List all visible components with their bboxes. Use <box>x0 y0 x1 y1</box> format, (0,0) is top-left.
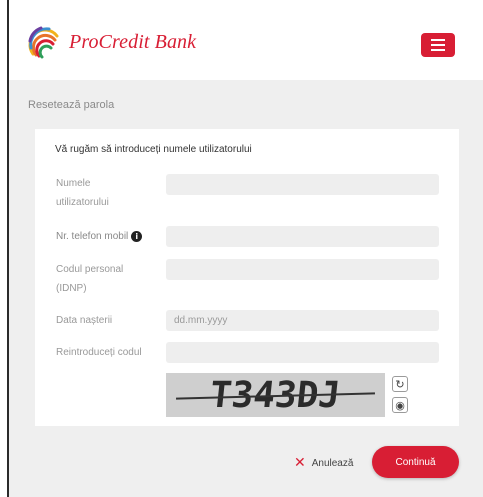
birth-date-label: Data nașterii <box>56 315 113 326</box>
info-icon[interactable]: i <box>131 231 143 242</box>
cancel-label: Anulează <box>311 457 354 469</box>
personal-code-input[interactable] <box>166 259 439 280</box>
refresh-icon[interactable]: ↻ <box>392 376 408 392</box>
cancel-button[interactable]: ✕ Anulează <box>294 454 353 472</box>
phone-input[interactable] <box>166 226 439 247</box>
phone-label: Nr. telefon mobil i <box>56 227 143 246</box>
captcha-image: T343DJ <box>166 373 385 417</box>
audio-icon[interactable]: ◉ <box>392 397 408 413</box>
username-input[interactable] <box>166 174 439 195</box>
hamburger-menu-icon[interactable] <box>421 33 455 57</box>
personal-code-label: Codul personal (IDNP) <box>56 260 123 298</box>
page-title: Resetează parola <box>28 99 115 111</box>
continue-button[interactable]: Continuă <box>372 446 459 478</box>
personal-code-label-line2: (IDNP) <box>56 283 87 294</box>
birth-date-input[interactable] <box>166 310 439 331</box>
brand-name: ProCredit Bank <box>69 30 197 53</box>
personal-code-label-line1: Codul personal <box>56 264 124 275</box>
app-header: ProCredit Bank <box>9 0 483 80</box>
captcha-input-label: Reintroduceți codul <box>56 347 142 358</box>
username-label-line2: utilizatorului <box>56 197 109 208</box>
brand-logo[interactable]: ProCredit Bank <box>27 24 196 60</box>
reset-password-form: Vă rugăm să introduceți numele utilizato… <box>35 129 459 426</box>
username-label: Numele utilizatorului <box>56 174 109 212</box>
phone-label-text: Nr. telefon mobil <box>56 231 129 242</box>
form-heading: Vă rugăm să introduceți numele utilizato… <box>55 144 252 155</box>
logo-icon <box>28 26 59 59</box>
close-icon: ✕ <box>294 455 306 471</box>
captcha-input[interactable] <box>166 342 439 363</box>
username-label-line1: Numele <box>56 178 91 189</box>
